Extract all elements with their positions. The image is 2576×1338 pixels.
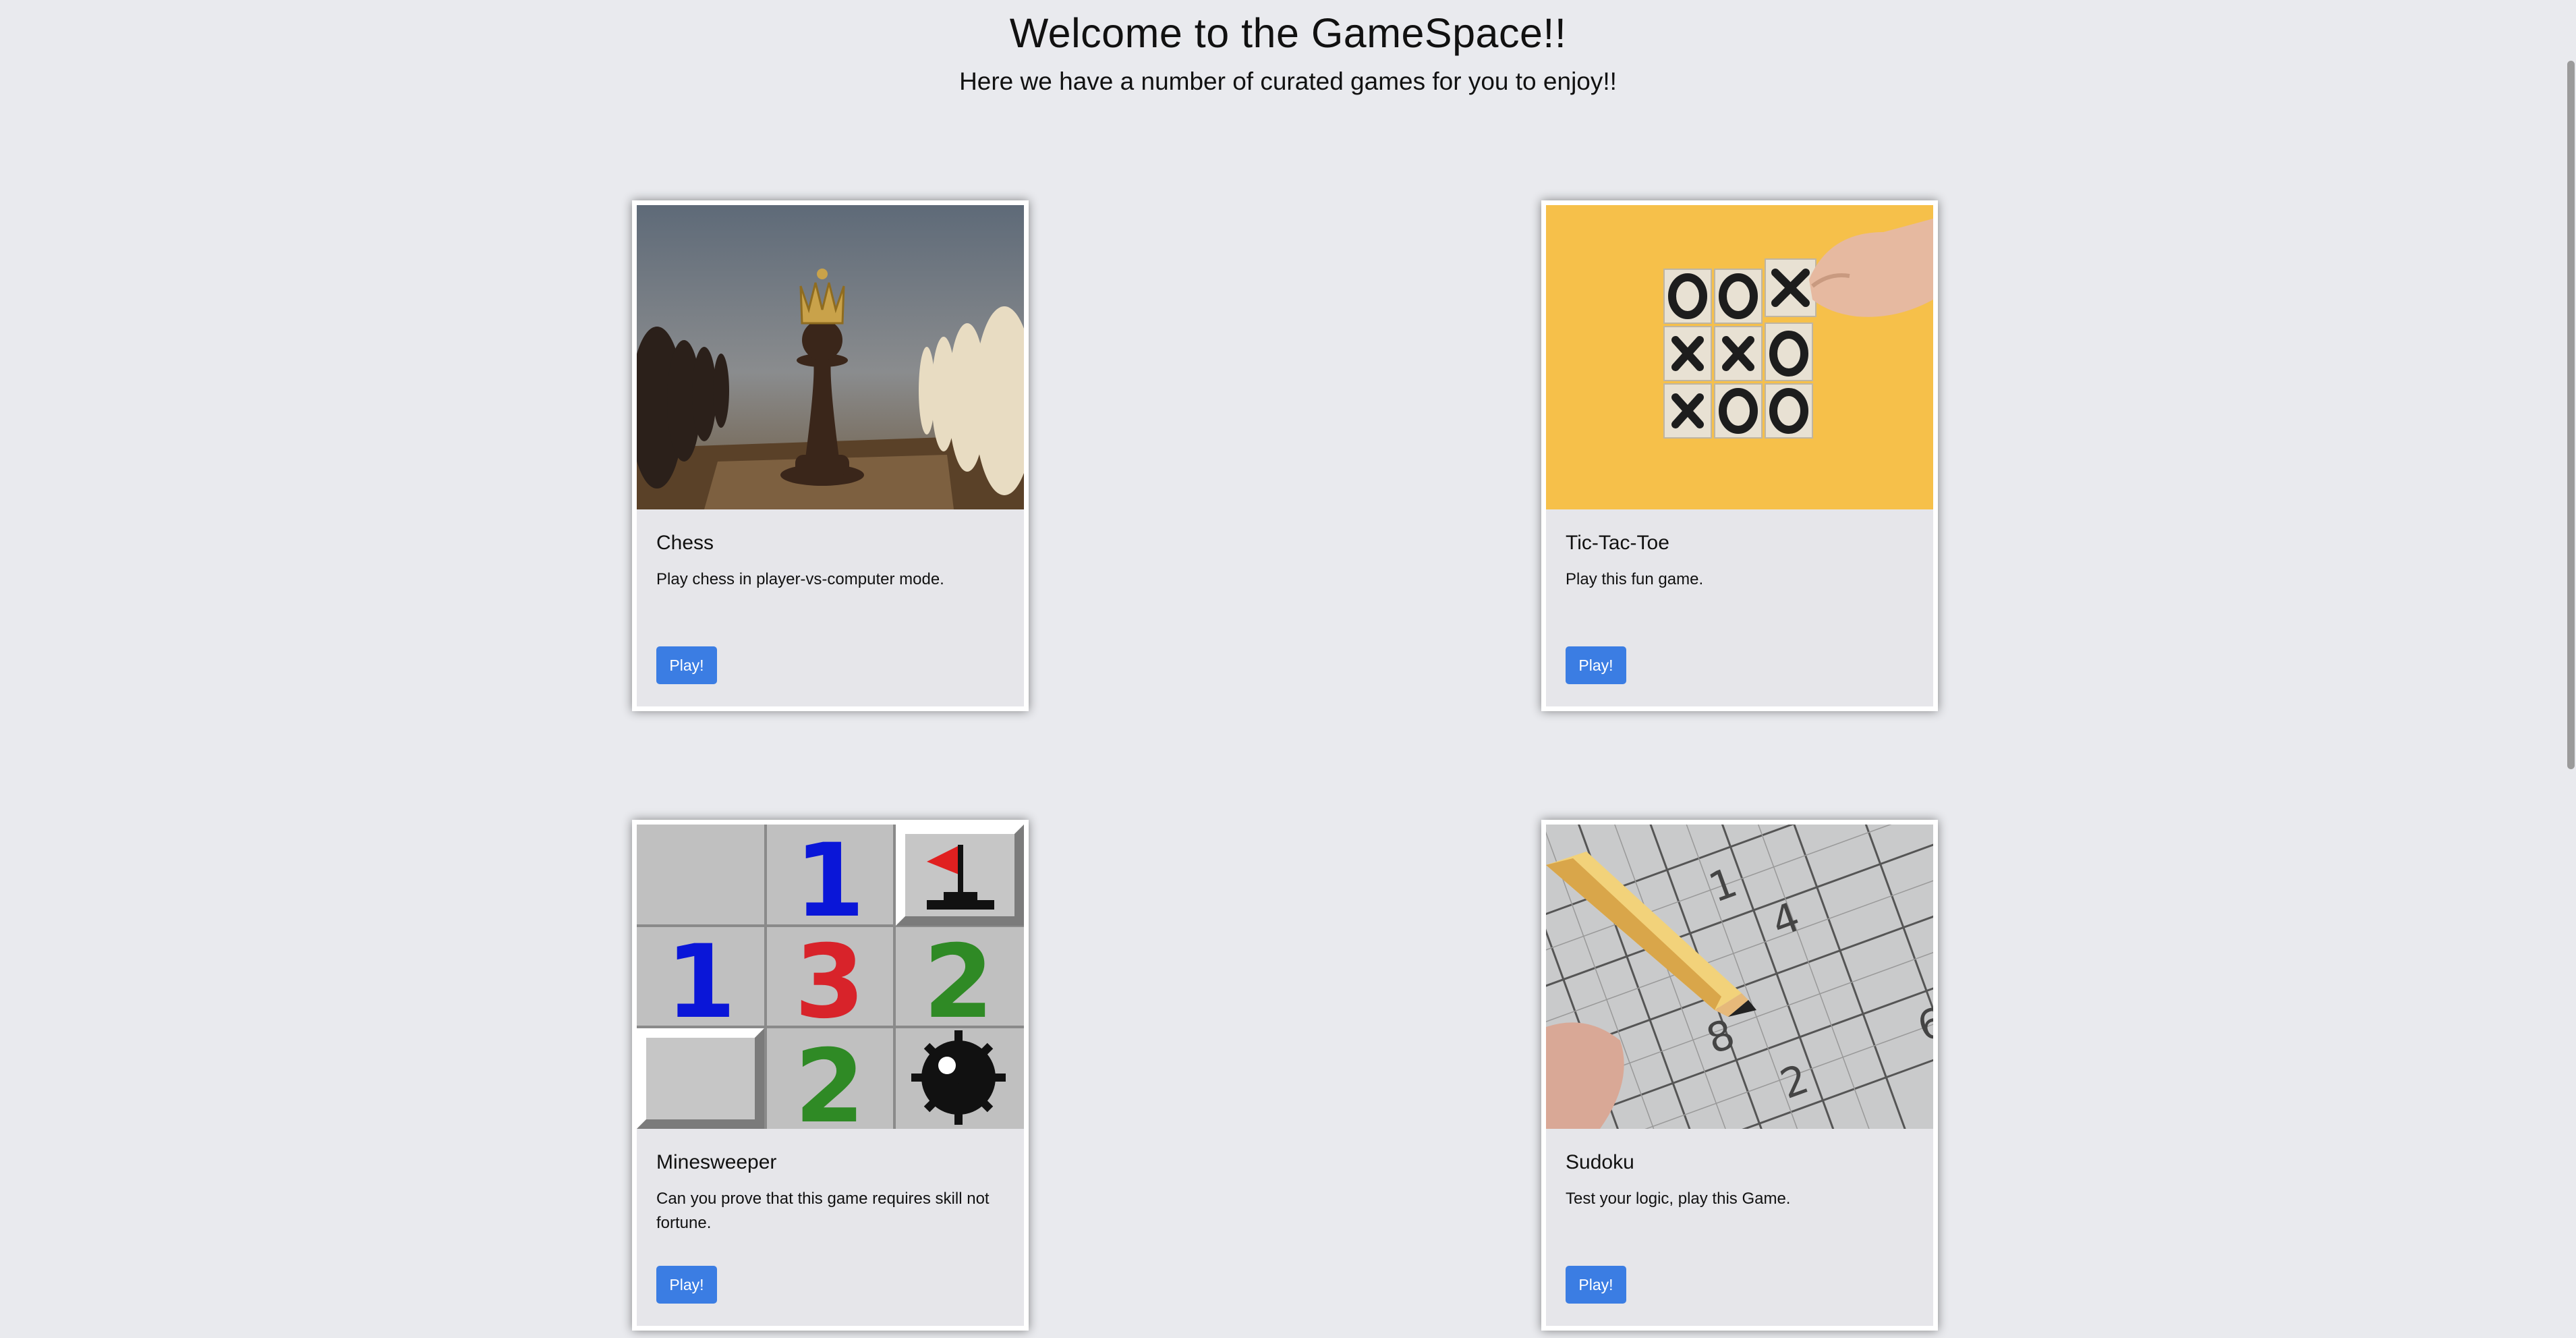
game-title: Chess	[656, 532, 714, 554]
sudoku-image: 1 4 8 2 6 7	[1546, 825, 1933, 1129]
game-description: Can you prove that this game requires sk…	[656, 1190, 990, 1232]
game-card-tic-tac-toe: Tic-Tac-Toe Play this fun game. Play!	[1541, 200, 1938, 711]
game-title: Sudoku	[1566, 1151, 1634, 1173]
minesweeper-image: 1 1 3 2 2	[637, 825, 1024, 1129]
page-title: Welcome to the GameSpace!!	[1009, 10, 1567, 56]
game-description: Play this fun game.	[1566, 570, 1704, 588]
tic-tac-toe-image	[1546, 205, 1933, 509]
chess-image	[637, 205, 1024, 509]
page-subtitle: Here we have a number of curated games f…	[959, 67, 1617, 95]
game-card-sudoku: 1 4 8 2 6 7 Sudoku Test your logic, play…	[1541, 820, 1938, 1331]
game-card-minesweeper: 1 1 3 2 2 Minesweeper Can you prove that…	[632, 820, 1029, 1331]
scrollbar-track[interactable]	[2567, 0, 2576, 1338]
game-description: Play chess in player-vs-computer mode.	[656, 570, 944, 588]
svg-text:1: 1	[795, 825, 865, 940]
scrollbar-thumb[interactable]	[2567, 61, 2575, 769]
page: Welcome to the GameSpace!! Here we have …	[0, 0, 2576, 1338]
play-minesweeper-button[interactable]: Play!	[656, 1266, 717, 1304]
svg-text:1: 1	[666, 924, 736, 1041]
svg-text:3: 3	[795, 924, 865, 1041]
game-card-chess: Chess Play chess in player-vs-computer m…	[632, 200, 1029, 711]
svg-text:2: 2	[795, 1028, 865, 1129]
game-title: Tic-Tac-Toe	[1566, 532, 1669, 554]
svg-text:2: 2	[923, 924, 994, 1041]
play-chess-button[interactable]: Play!	[656, 646, 717, 684]
game-description: Test your logic, play this Game.	[1566, 1190, 1791, 1208]
game-title: Minesweeper	[656, 1151, 777, 1173]
play-sudoku-button[interactable]: Play!	[1566, 1266, 1626, 1304]
play-tic-tac-toe-button[interactable]: Play!	[1566, 646, 1626, 684]
